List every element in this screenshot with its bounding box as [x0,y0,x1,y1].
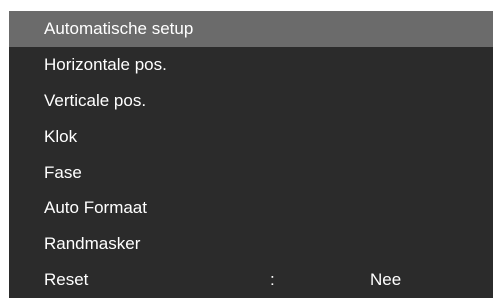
osd-screen: Automatische setup Horizontale pos. Vert… [0,0,502,307]
menu-item-fase[interactable]: Fase [9,155,493,191]
menu-item-label: Reset [44,270,89,290]
menu-item-label: Horizontale pos. [44,54,167,74]
menu-item-label: Auto Formaat [44,198,147,218]
menu-item-label: Randmasker [44,234,141,254]
menu-item-separator: : [270,270,275,290]
reset-value: Nee [370,270,402,290]
osd-menu: Automatische setup Horizontale pos. Vert… [9,11,493,298]
menu-item-label: Automatische setup [44,19,194,38]
menu-item-verticale-pos[interactable]: Verticale pos. [9,83,493,119]
menu-item-label: Fase [44,162,82,182]
menu-item-label: Klok [44,126,78,146]
menu-item-horizontale-pos[interactable]: Horizontale pos. [9,47,493,83]
menu-item-randmasker[interactable]: Randmasker [9,226,493,262]
menu-item-klok[interactable]: Klok [9,119,493,155]
menu-item-label: Verticale pos. [44,90,147,110]
menu-item-reset[interactable]: Reset : Nee [9,262,493,298]
menu-item-automatische-setup[interactable]: Automatische setup [9,11,493,47]
menu-item-auto-formaat[interactable]: Auto Formaat [9,190,493,226]
